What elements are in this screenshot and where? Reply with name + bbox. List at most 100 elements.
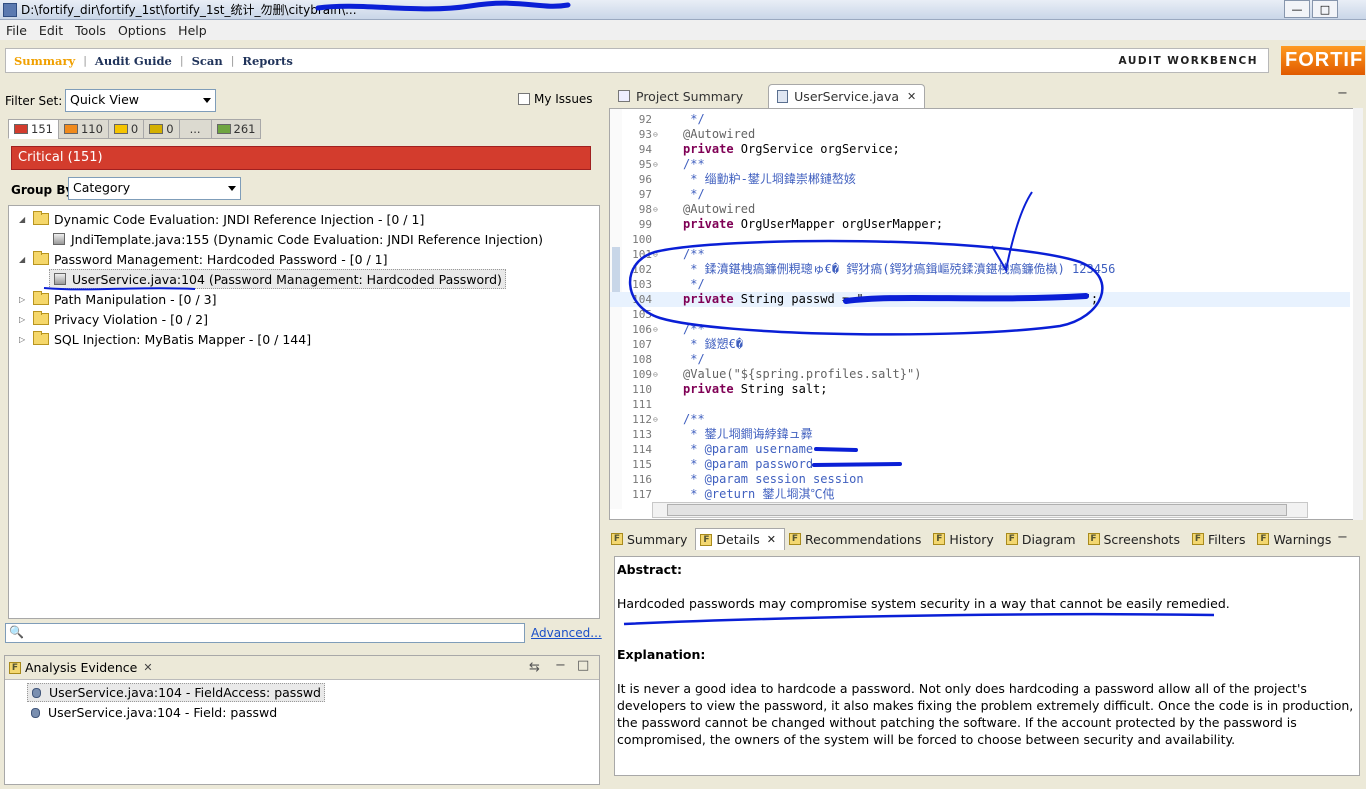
- code-text: /**: [683, 322, 705, 336]
- code-line[interactable]: 98 ⊖ @Autowired: [610, 202, 1350, 217]
- tree-category[interactable]: ◢ Password Management: Hardcoded Passwor…: [19, 249, 388, 269]
- code-line[interactable]: 99 private OrgUserMapper orgUserMapper;: [610, 217, 1350, 232]
- code-line[interactable]: 103 */: [610, 277, 1350, 292]
- menu-help[interactable]: Help: [172, 23, 213, 38]
- tree-item-label: JndiTemplate.java:155 (Dynamic Code Eval…: [71, 231, 544, 247]
- editor-horizontal-scrollbar[interactable]: [652, 502, 1308, 518]
- close-icon[interactable]: ✕: [907, 90, 916, 103]
- minimize-button[interactable]: —: [1284, 0, 1310, 18]
- editor-vertical-scrollbar[interactable]: [1353, 108, 1363, 520]
- tree-category[interactable]: ◢ Dynamic Code Evaluation: JNDI Referenc…: [19, 209, 424, 229]
- fold-toggle-icon[interactable]: ⊖: [653, 367, 658, 382]
- code-line[interactable]: 107 * 鐩愬€�: [610, 337, 1350, 352]
- line-number: 117: [632, 488, 652, 501]
- evidence-row[interactable]: UserService.java:104 - Field: passwd: [31, 703, 277, 722]
- menu-tools[interactable]: Tools: [69, 23, 112, 38]
- filter-set-select[interactable]: Quick View: [65, 89, 216, 112]
- code-line[interactable]: 93 ⊖ @Autowired: [610, 127, 1350, 142]
- tree-issue-selected[interactable]: UserService.java:104 (Password Managemen…: [49, 269, 506, 289]
- code-line[interactable]: 117 * @return 鐢ㄦ埛淇℃伅: [610, 487, 1350, 502]
- code-line[interactable]: 105: [610, 307, 1350, 322]
- collapse-arrow-icon[interactable]: ▷: [19, 315, 29, 324]
- evidence-label: UserService.java:104 - FieldAccess: pass…: [49, 685, 321, 700]
- code-line[interactable]: 114 * @param username: [610, 442, 1350, 457]
- code-line[interactable]: 112 ⊖ /**: [610, 412, 1350, 427]
- analysis-evidence-title[interactable]: Analysis Evidence: [25, 660, 137, 675]
- fold-toggle-icon[interactable]: ⊖: [653, 157, 658, 172]
- tab-summary[interactable]: F Summary: [607, 528, 695, 550]
- group-by-select[interactable]: Category: [68, 177, 241, 200]
- maximize-button[interactable]: □: [1312, 0, 1338, 18]
- expand-arrow-icon[interactable]: ◢: [19, 255, 29, 264]
- close-icon[interactable]: ✕: [143, 661, 152, 674]
- nav-reports[interactable]: Reports: [234, 54, 300, 68]
- tab-medium[interactable]: 0: [107, 119, 145, 139]
- code-line[interactable]: 100: [610, 232, 1350, 247]
- expand-arrow-icon[interactable]: ◢: [19, 215, 29, 224]
- tab-all[interactable]: 261: [210, 119, 262, 139]
- tab-diagram[interactable]: F Diagram: [1002, 528, 1084, 550]
- tab-userservice-java[interactable]: UserService.java ✕: [768, 84, 926, 108]
- fold-toggle-icon[interactable]: ⊖: [653, 202, 658, 217]
- tab-project-summary[interactable]: Project Summary: [609, 84, 752, 108]
- advanced-search-link[interactable]: Advanced...: [531, 626, 602, 640]
- maximize-view-icon[interactable]: □: [577, 658, 589, 673]
- code-line[interactable]: 97 */: [610, 187, 1350, 202]
- code-line[interactable]: 108 */: [610, 352, 1350, 367]
- collapse-arrow-icon[interactable]: ▷: [19, 335, 29, 344]
- code-line[interactable]: 109 ⊖ @Value("${spring.profiles.salt}"): [610, 367, 1350, 382]
- evidence-row-selected[interactable]: UserService.java:104 - FieldAccess: pass…: [27, 683, 325, 702]
- link-with-editor-icon[interactable]: ⇆: [529, 660, 540, 675]
- tab-high[interactable]: 110: [57, 119, 109, 139]
- search-input[interactable]: 🔍: [5, 623, 525, 643]
- fold-toggle-icon[interactable]: ⊖: [653, 412, 658, 427]
- tab-low[interactable]: 0: [143, 119, 180, 139]
- tab-recommendations[interactable]: F Recommendations: [785, 528, 929, 550]
- nav-scan[interactable]: Scan: [184, 54, 231, 68]
- fold-toggle-icon[interactable]: ⊖: [653, 127, 658, 142]
- code-line[interactable]: 106 ⊖ /**: [610, 322, 1350, 337]
- my-issues-checkbox[interactable]: My Issues: [518, 92, 593, 106]
- code-line[interactable]: 110 private String salt;: [610, 382, 1350, 397]
- tab-filters[interactable]: F Filters: [1188, 528, 1253, 550]
- tree-category[interactable]: ▷ Privacy Violation - [0 / 2]: [19, 309, 208, 329]
- code-line[interactable]: 113 * 鐢ㄦ埛鐧诲綍鍏ュ彛: [610, 427, 1350, 442]
- tree-category[interactable]: ▷ SQL Injection: MyBatis Mapper - [0 / 1…: [19, 329, 311, 349]
- nav-summary[interactable]: Summary: [6, 54, 83, 68]
- tree-category[interactable]: ▷ Path Manipulation - [0 / 3]: [19, 289, 216, 309]
- code-line[interactable]: 101 ⊖ /**: [610, 247, 1350, 262]
- code-editor[interactable]: 92 */93 ⊖ @Autowired 94 private OrgService o…: [609, 108, 1361, 520]
- fold-toggle-icon[interactable]: ⊖: [653, 247, 658, 262]
- tab-warnings[interactable]: F Warnings: [1253, 528, 1339, 550]
- tab-screenshots[interactable]: F Screenshots: [1084, 528, 1188, 550]
- fold-toggle-icon[interactable]: ⊖: [653, 322, 658, 337]
- code-line[interactable]: 116 * @param session session: [610, 472, 1350, 487]
- fortify-view-icon: F: [933, 533, 946, 545]
- minimize-view-icon[interactable]: −: [1337, 530, 1348, 545]
- nav-audit-guide[interactable]: Audit Guide: [87, 54, 180, 68]
- tree-issue[interactable]: JndiTemplate.java:155 (Dynamic Code Eval…: [53, 229, 543, 249]
- tab-details[interactable]: F Details ✕: [695, 528, 785, 550]
- menu-edit[interactable]: Edit: [33, 23, 69, 38]
- code-line[interactable]: 94 private OrgService orgService;: [610, 142, 1350, 157]
- code-line[interactable]: 95 ⊖ /**: [610, 157, 1350, 172]
- code-line[interactable]: 104 private String passwd = " ";: [610, 292, 1350, 307]
- menu-options[interactable]: Options: [112, 23, 172, 38]
- close-icon[interactable]: ✕: [767, 533, 776, 546]
- priority-tabs: 151 110 0 0 ... 261: [8, 119, 262, 139]
- code-line[interactable]: 96 * 缁勭粐-鐢ㄦ埛鍏崇郴鏈嶅姟: [610, 172, 1350, 187]
- tab-history[interactable]: F History: [929, 528, 1001, 550]
- tab-critical[interactable]: 151: [8, 119, 59, 139]
- tab-more[interactable]: ...: [178, 119, 212, 139]
- code-line[interactable]: 92 */: [610, 112, 1350, 127]
- checkbox-icon: [518, 93, 530, 105]
- code-line[interactable]: 115 * @param password: [610, 457, 1350, 472]
- line-number: 111: [632, 398, 652, 411]
- menu-file[interactable]: File: [0, 23, 33, 38]
- code-line[interactable]: 111: [610, 397, 1350, 412]
- minimize-view-icon[interactable]: −: [555, 658, 566, 673]
- collapse-arrow-icon[interactable]: ▷: [19, 295, 29, 304]
- minimize-view-icon[interactable]: −: [1337, 86, 1348, 101]
- scroll-thumb[interactable]: [667, 504, 1287, 516]
- code-line[interactable]: 102 * 鍒濆鍖栧瘑鐮侀粯璁ゅ€� 鍔犲瘑(鍔犲瘑鍓嶇殑鍒濆鍖栧瘑鐮佹槸) 1…: [610, 262, 1350, 277]
